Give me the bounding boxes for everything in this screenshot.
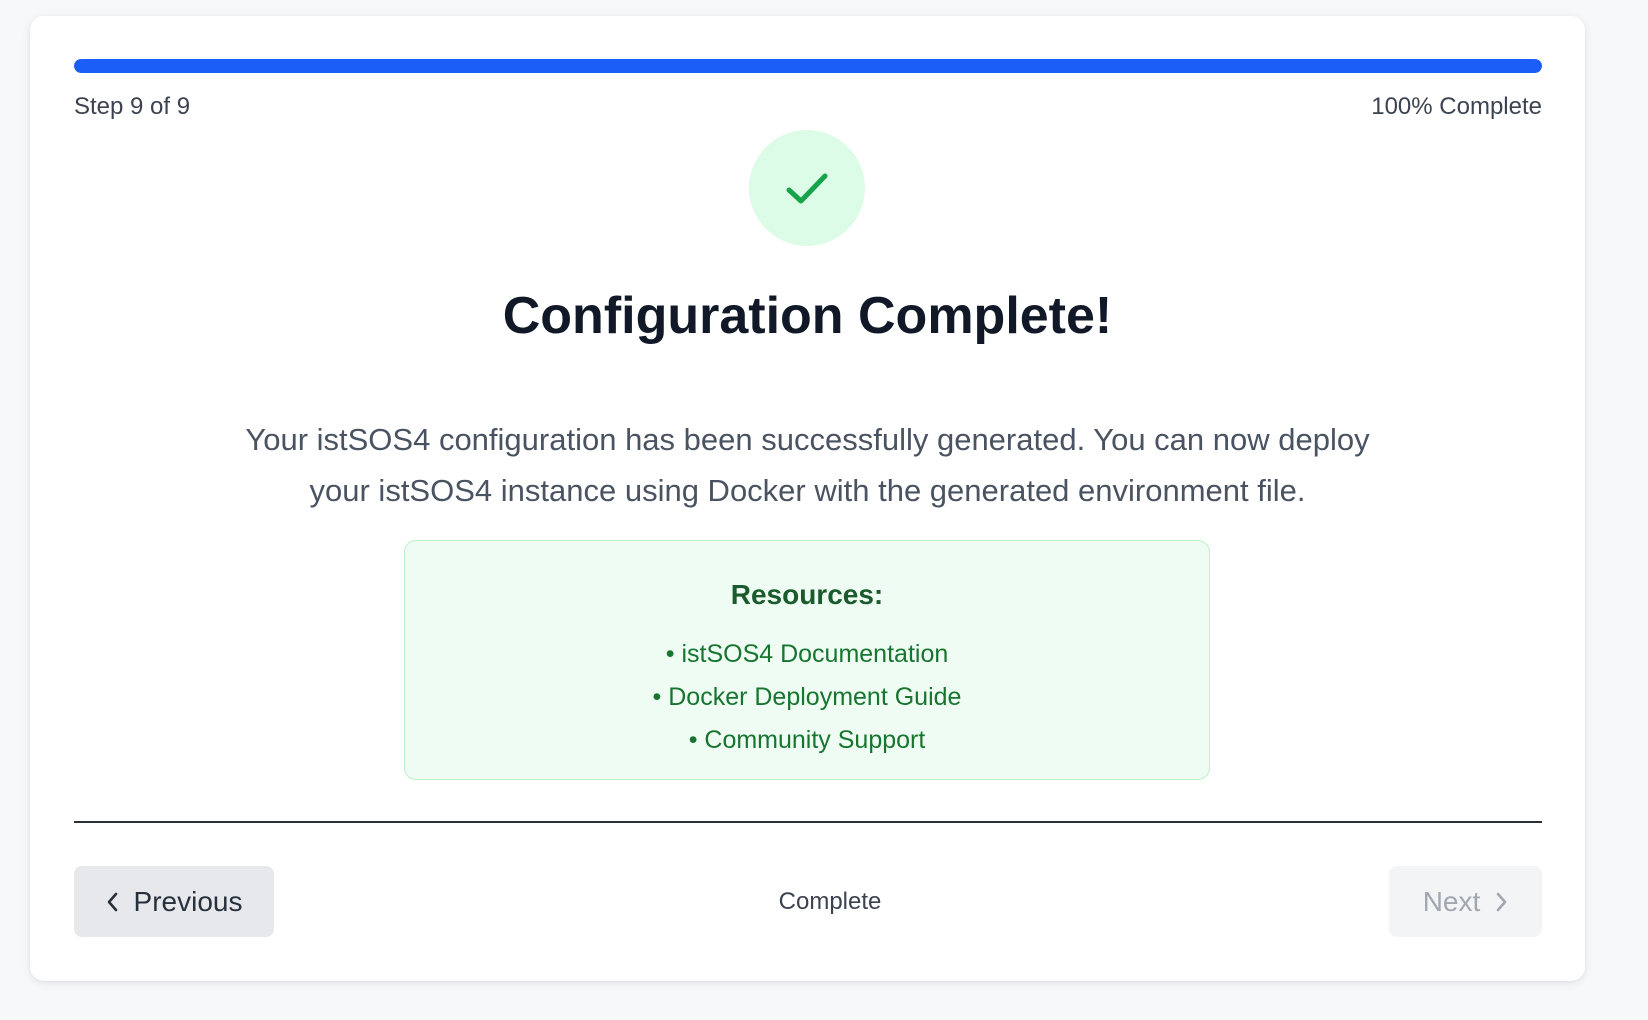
progress-bar bbox=[74, 59, 1542, 73]
checkmark-icon bbox=[786, 173, 828, 204]
resource-item-docker-guide: • Docker Deployment Guide bbox=[652, 683, 962, 711]
progress-percent: 100% Complete bbox=[1371, 93, 1542, 120]
next-button-label: Next bbox=[1422, 885, 1481, 917]
success-badge bbox=[749, 130, 865, 246]
page-title: Configuration Complete! bbox=[502, 287, 1113, 345]
progress-bar-fill bbox=[74, 59, 1542, 73]
wizard-status: Complete bbox=[778, 888, 882, 915]
footer-divider bbox=[74, 821, 1542, 823]
step-counter: Step 9 of 9 bbox=[74, 93, 191, 120]
resource-item-community-support: • Community Support bbox=[688, 726, 926, 754]
next-button[interactable]: Next bbox=[1389, 866, 1542, 937]
resources-title: Resources: bbox=[730, 579, 884, 610]
resource-item-documentation: • istSOS4 Documentation bbox=[665, 640, 949, 668]
resources-panel: Resources: • istSOS4 Documentation • Doc… bbox=[404, 540, 1210, 780]
chevron-right-icon bbox=[1496, 892, 1507, 911]
completion-description: Your istSOS4 configuration has been succ… bbox=[245, 422, 1370, 508]
resources-list: • istSOS4 Documentation • Docker Deploym… bbox=[405, 633, 1209, 762]
wizard-card: Step 9 of 9 100% Complete Configuration … bbox=[30, 16, 1585, 981]
